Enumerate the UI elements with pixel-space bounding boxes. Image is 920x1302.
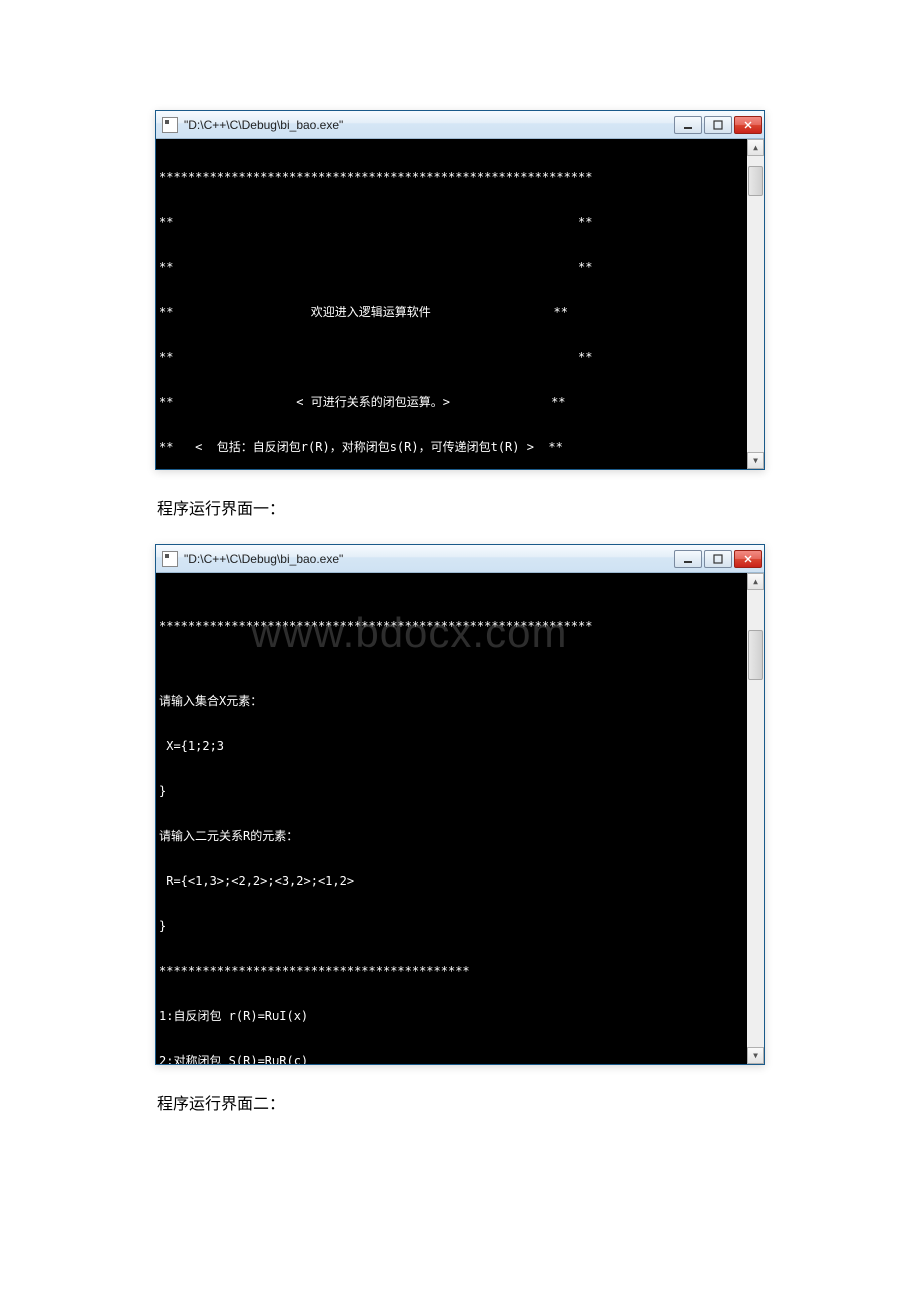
- console-output-2: www.bdocx.com **************************…: [156, 573, 764, 1064]
- console-window-1: "D:\C++\C\Debug\bi_bao.exe" ************…: [155, 110, 765, 470]
- vertical-scrollbar[interactable]: ▲ ▼: [747, 573, 764, 1064]
- minimize-button[interactable]: [674, 550, 702, 568]
- window-buttons: [672, 116, 762, 134]
- close-button[interactable]: [734, 550, 762, 568]
- console-line: ** **: [159, 350, 764, 365]
- console-line: ** **: [159, 260, 764, 275]
- console-line: ****************************************…: [159, 964, 764, 979]
- close-icon: [743, 554, 753, 564]
- console-line: ** 欢迎进入逻辑运算软件 **: [159, 305, 764, 320]
- minimize-button[interactable]: [674, 116, 702, 134]
- scroll-down-button[interactable]: ▼: [747, 452, 764, 469]
- close-button[interactable]: [734, 116, 762, 134]
- scroll-thumb[interactable]: [748, 630, 763, 680]
- minimize-icon: [683, 120, 693, 130]
- app-icon: [162, 117, 178, 133]
- console-line: 2:对称闭包 S(R)=R∪R(c): [159, 1054, 764, 1064]
- console-line: 1:自反闭包 r(R)=R∪I(x): [159, 1009, 764, 1024]
- console-line: ** < 包括：自反闭包r(R)，对称闭包s(R)，可传递闭包t(R) > **: [159, 440, 764, 455]
- console-line: ** **: [159, 215, 764, 230]
- console-line: 请输入集合X元素：: [159, 694, 764, 709]
- console-line: 请输入二元关系R的元素：: [159, 829, 764, 844]
- maximize-button[interactable]: [704, 116, 732, 134]
- scroll-up-button[interactable]: ▲: [747, 139, 764, 156]
- window-title: "D:\C++\C\Debug\bi_bao.exe": [184, 552, 672, 566]
- console-line: }: [159, 919, 764, 934]
- maximize-icon: [713, 554, 723, 564]
- console-line: }: [159, 784, 764, 799]
- console-line: ****************************************…: [159, 170, 764, 185]
- scroll-thumb[interactable]: [748, 166, 763, 196]
- scroll-track[interactable]: [747, 590, 764, 1047]
- console-output-1: ****************************************…: [156, 139, 764, 469]
- scroll-down-button[interactable]: ▼: [747, 1047, 764, 1064]
- console-line: ** < 可进行关系的闭包运算。> **: [159, 395, 764, 410]
- caption-2: 程序运行界面二：: [157, 1090, 765, 1114]
- titlebar[interactable]: "D:\C++\C\Debug\bi_bao.exe": [156, 545, 764, 573]
- minimize-icon: [683, 554, 693, 564]
- window-buttons: [672, 550, 762, 568]
- console-line: R={<1,3>;<2,2>;<3,2>;<1,2>: [159, 874, 764, 889]
- titlebar[interactable]: "D:\C++\C\Debug\bi_bao.exe": [156, 111, 764, 139]
- vertical-scrollbar[interactable]: ▲ ▼: [747, 139, 764, 469]
- caption-1: 程序运行界面一：: [157, 495, 765, 519]
- app-icon: [162, 551, 178, 567]
- scroll-track[interactable]: [747, 156, 764, 452]
- console-window-2: "D:\C++\C\Debug\bi_bao.exe" www.bdocx.co…: [155, 544, 765, 1065]
- console-line: ****************************************…: [159, 619, 764, 634]
- scroll-up-button[interactable]: ▲: [747, 573, 764, 590]
- close-icon: [743, 120, 753, 130]
- maximize-button[interactable]: [704, 550, 732, 568]
- console-line: X={1;2;3: [159, 739, 764, 754]
- maximize-icon: [713, 120, 723, 130]
- window-title: "D:\C++\C\Debug\bi_bao.exe": [184, 118, 672, 132]
